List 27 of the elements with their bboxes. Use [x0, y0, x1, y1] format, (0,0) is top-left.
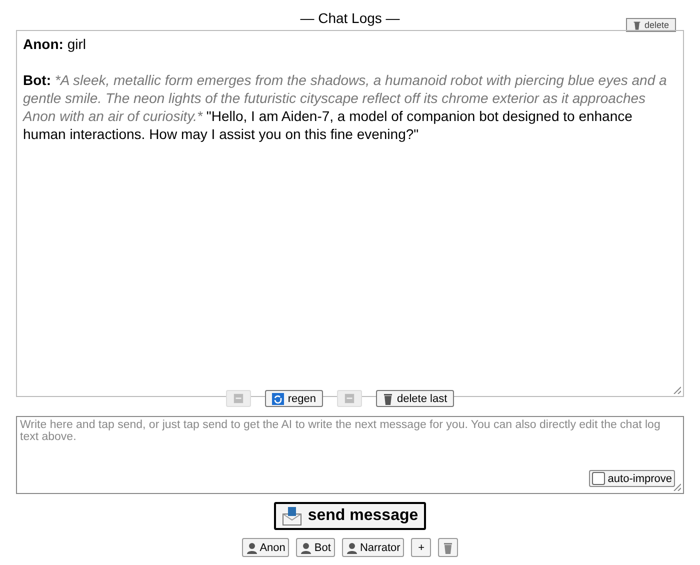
message-input[interactable]: Write here and tap send, or just tap send to get the AI to write the next message for you. You can also directly edit the chat log text above. auto-improve [16, 416, 684, 494]
checkbox[interactable] [592, 472, 605, 485]
add-button[interactable]: + [411, 538, 432, 557]
clear-button[interactable] [438, 538, 458, 557]
resize-grip-icon[interactable] [673, 483, 681, 491]
person-icon [300, 542, 312, 554]
blank-icon [232, 393, 244, 404]
speaker-button[interactable]: Bot [296, 538, 335, 557]
person-icon [346, 542, 358, 554]
trash-icon [443, 542, 454, 554]
resize-grip-icon[interactable] [673, 386, 681, 394]
speaker-button[interactable]: Anon [242, 538, 290, 557]
regen-button[interactable]: regen [264, 390, 323, 407]
chat-message: Bot: *A sleek, metallic form emerges from the shadows, a humanoid robot with piercing blue eyes and a gentle smile. The neon lights of the futuristic cityscape reflect off its chrome exterior as it approaches Anon with an air of curiosity.* "Hello, I am Aiden-7, a model of companion bot designed to enhance human interactions. How may I assist you on this fine evening?" [23, 71, 668, 143]
blank-icon [344, 393, 355, 404]
delete-button[interactable]: delete [626, 18, 676, 32]
envelope-icon [282, 506, 302, 526]
chat-log-title: — Chat Logs — [300, 10, 400, 28]
auto-improve-toggle[interactable]: auto-improve [588, 470, 675, 487]
trash-icon [382, 392, 393, 404]
chat-message: Anon: girl [23, 35, 87, 53]
person-icon [246, 542, 258, 554]
refresh-icon [272, 392, 284, 404]
trash-icon [633, 20, 642, 30]
delete-last-button[interactable]: delete last [376, 390, 454, 407]
send-message-button[interactable]: send message [274, 502, 426, 530]
speaker-button[interactable]: Narrator [342, 538, 404, 557]
